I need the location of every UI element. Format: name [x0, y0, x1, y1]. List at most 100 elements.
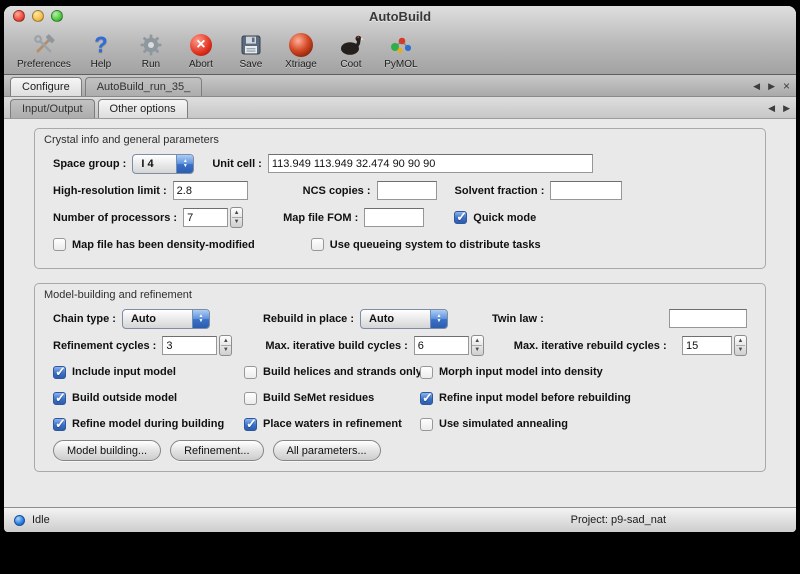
ncs-copies-input[interactable] — [377, 181, 437, 200]
chain-type-value: Auto — [123, 310, 192, 328]
tab-configure[interactable]: Configure — [10, 77, 82, 96]
unit-cell-input[interactable] — [268, 154, 593, 173]
cycles-row: Refinement cycles : Max. iterative build… — [53, 332, 747, 359]
toolbar-xtriage-button[interactable]: Xtriage — [278, 30, 324, 71]
checkbox-label: Place waters in refinement — [263, 418, 402, 430]
chain-type-label: Chain type : — [53, 313, 116, 325]
toolbar-preferences-button[interactable]: Preferences — [14, 30, 74, 71]
status-indicator-icon — [14, 515, 25, 526]
density-modified-checkbox[interactable]: Map file has been density-modified — [53, 238, 255, 251]
simulated-annealing-checkbox[interactable]: Use simulated annealing — [420, 411, 747, 437]
checkbox-box — [244, 392, 257, 405]
toolbar-label: Abort — [189, 59, 213, 70]
space-group-select[interactable]: I 4 — [132, 154, 194, 174]
checkbox-label: Refine model during building — [72, 418, 224, 430]
model-building-button[interactable]: Model building... — [53, 440, 161, 461]
twin-law-input[interactable] — [669, 309, 747, 328]
minimize-window-button[interactable] — [32, 10, 44, 22]
checkbox-label: Include input model — [72, 366, 176, 378]
chain-type-select[interactable]: Auto — [122, 309, 210, 329]
max-rebuild-cycles-stepper[interactable] — [734, 335, 747, 356]
build-outside-model-checkbox[interactable]: Build outside model — [53, 385, 244, 411]
close-window-button[interactable] — [13, 10, 25, 22]
resolution-row: High-resolution limit : NCS copies : Sol… — [53, 177, 747, 204]
toolbar-label: Save — [240, 59, 263, 70]
project-label: Project: p9-sad_nat — [571, 514, 666, 526]
checkbox-label: Map file has been density-modified — [72, 239, 255, 251]
refinement-cycles-input[interactable] — [162, 336, 217, 355]
tab-autobuild-run[interactable]: AutoBuild_run_35_ — [85, 77, 203, 96]
all-parameters-button[interactable]: All parameters... — [273, 440, 381, 461]
status-bar: Idle Project: p9-sad_nat — [4, 507, 796, 532]
toolbar-label: Coot — [340, 59, 361, 70]
max-rebuild-cycles-input[interactable] — [682, 336, 732, 355]
toolbar-label: Preferences — [17, 59, 71, 70]
build-helices-checkbox[interactable]: Build helices and strands only — [244, 359, 420, 385]
checkbox-box — [53, 238, 66, 251]
high-res-input[interactable] — [173, 181, 248, 200]
map-fom-label: Map file FOM : — [283, 212, 358, 224]
queueing-checkbox[interactable]: Use queueing system to distribute tasks — [311, 238, 541, 251]
toolbar-pymol-button[interactable]: PyMOL — [378, 30, 424, 71]
toolbar-label: Run — [142, 59, 160, 70]
pymol-icon — [388, 31, 414, 58]
toolbar-label: PyMOL — [384, 59, 417, 70]
toolbar-save-button[interactable]: Save — [228, 30, 274, 71]
window-header: AutoBuild Preferences — [4, 6, 796, 75]
zoom-window-button[interactable] — [51, 10, 63, 22]
tab-close-icon[interactable] — [783, 82, 790, 92]
max-build-cycles-input[interactable] — [414, 336, 469, 355]
checkbox-label: Quick mode — [473, 212, 536, 224]
rebuild-in-place-label: Rebuild in place : — [263, 313, 354, 325]
build-semet-checkbox[interactable]: Build SeMet residues — [244, 385, 420, 411]
save-icon — [240, 31, 262, 58]
tab-scroll-right-icon[interactable] — [783, 103, 790, 114]
autobuild-window: AutoBuild Preferences — [4, 6, 796, 532]
tab-other-options[interactable]: Other options — [98, 99, 188, 118]
rebuild-in-place-select[interactable]: Auto — [360, 309, 448, 329]
popup-arrows-icon — [192, 310, 209, 328]
include-input-model-checkbox[interactable]: Include input model — [53, 359, 244, 385]
refinement-cycles-label: Refinement cycles : — [53, 340, 156, 352]
checkbox-box — [53, 366, 66, 379]
tab-scroll-left-icon[interactable] — [768, 103, 775, 114]
checkbox-box — [420, 366, 433, 379]
checkbox-label: Build SeMet residues — [263, 392, 374, 404]
main-tab-bar: Configure AutoBuild_run_35_ — [4, 75, 796, 97]
popup-arrows-icon — [176, 155, 193, 173]
model-building-group: Model-building and refinement Chain type… — [34, 283, 766, 472]
toolbar-run-button[interactable]: Run — [128, 30, 174, 71]
main-tab-nav — [753, 81, 790, 96]
tab-scroll-right-icon[interactable] — [768, 81, 775, 92]
traffic-lights — [13, 10, 63, 22]
toolbar-abort-button[interactable]: Abort — [178, 30, 224, 71]
quick-mode-checkbox[interactable]: Quick mode — [454, 211, 536, 224]
place-waters-checkbox[interactable]: Place waters in refinement — [244, 411, 420, 437]
tab-input-output[interactable]: Input/Output — [10, 99, 95, 118]
coot-icon — [338, 31, 364, 58]
solvent-fraction-input[interactable] — [550, 181, 622, 200]
chain-type-row: Chain type : Auto Rebuild in place : Aut… — [53, 305, 747, 332]
processors-input[interactable] — [183, 208, 228, 227]
max-build-cycles-stepper[interactable] — [471, 335, 484, 356]
processors-label: Number of processors : — [53, 212, 177, 224]
space-group-label: Space group : — [53, 158, 126, 170]
toolbar-coot-button[interactable]: Coot — [328, 30, 374, 71]
refinement-button[interactable]: Refinement... — [170, 440, 263, 461]
refinement-cycles-stepper[interactable] — [219, 335, 232, 356]
rebuild-in-place-value: Auto — [361, 310, 430, 328]
checkbox-label: Use queueing system to distribute tasks — [330, 239, 541, 251]
tab-scroll-left-icon[interactable] — [753, 81, 760, 92]
refine-during-building-checkbox[interactable]: Refine model during building — [53, 411, 244, 437]
processors-stepper[interactable] — [230, 207, 243, 228]
map-fom-input[interactable] — [364, 208, 424, 227]
checkbox-box — [244, 418, 257, 431]
solvent-fraction-label: Solvent fraction : — [455, 185, 545, 197]
toolbar-label: Help — [91, 59, 112, 70]
morph-input-model-checkbox[interactable]: Morph input model into density — [420, 359, 747, 385]
toolbar-help-button[interactable]: Help — [78, 30, 124, 71]
model-checkbox-grid: Include input model Build helices and st… — [53, 359, 747, 437]
titlebar[interactable]: AutoBuild — [4, 6, 796, 27]
refine-before-rebuilding-checkbox[interactable]: Refine input model before rebuilding — [420, 385, 747, 411]
crystal-info-group: Crystal info and general parameters Spac… — [34, 128, 766, 269]
